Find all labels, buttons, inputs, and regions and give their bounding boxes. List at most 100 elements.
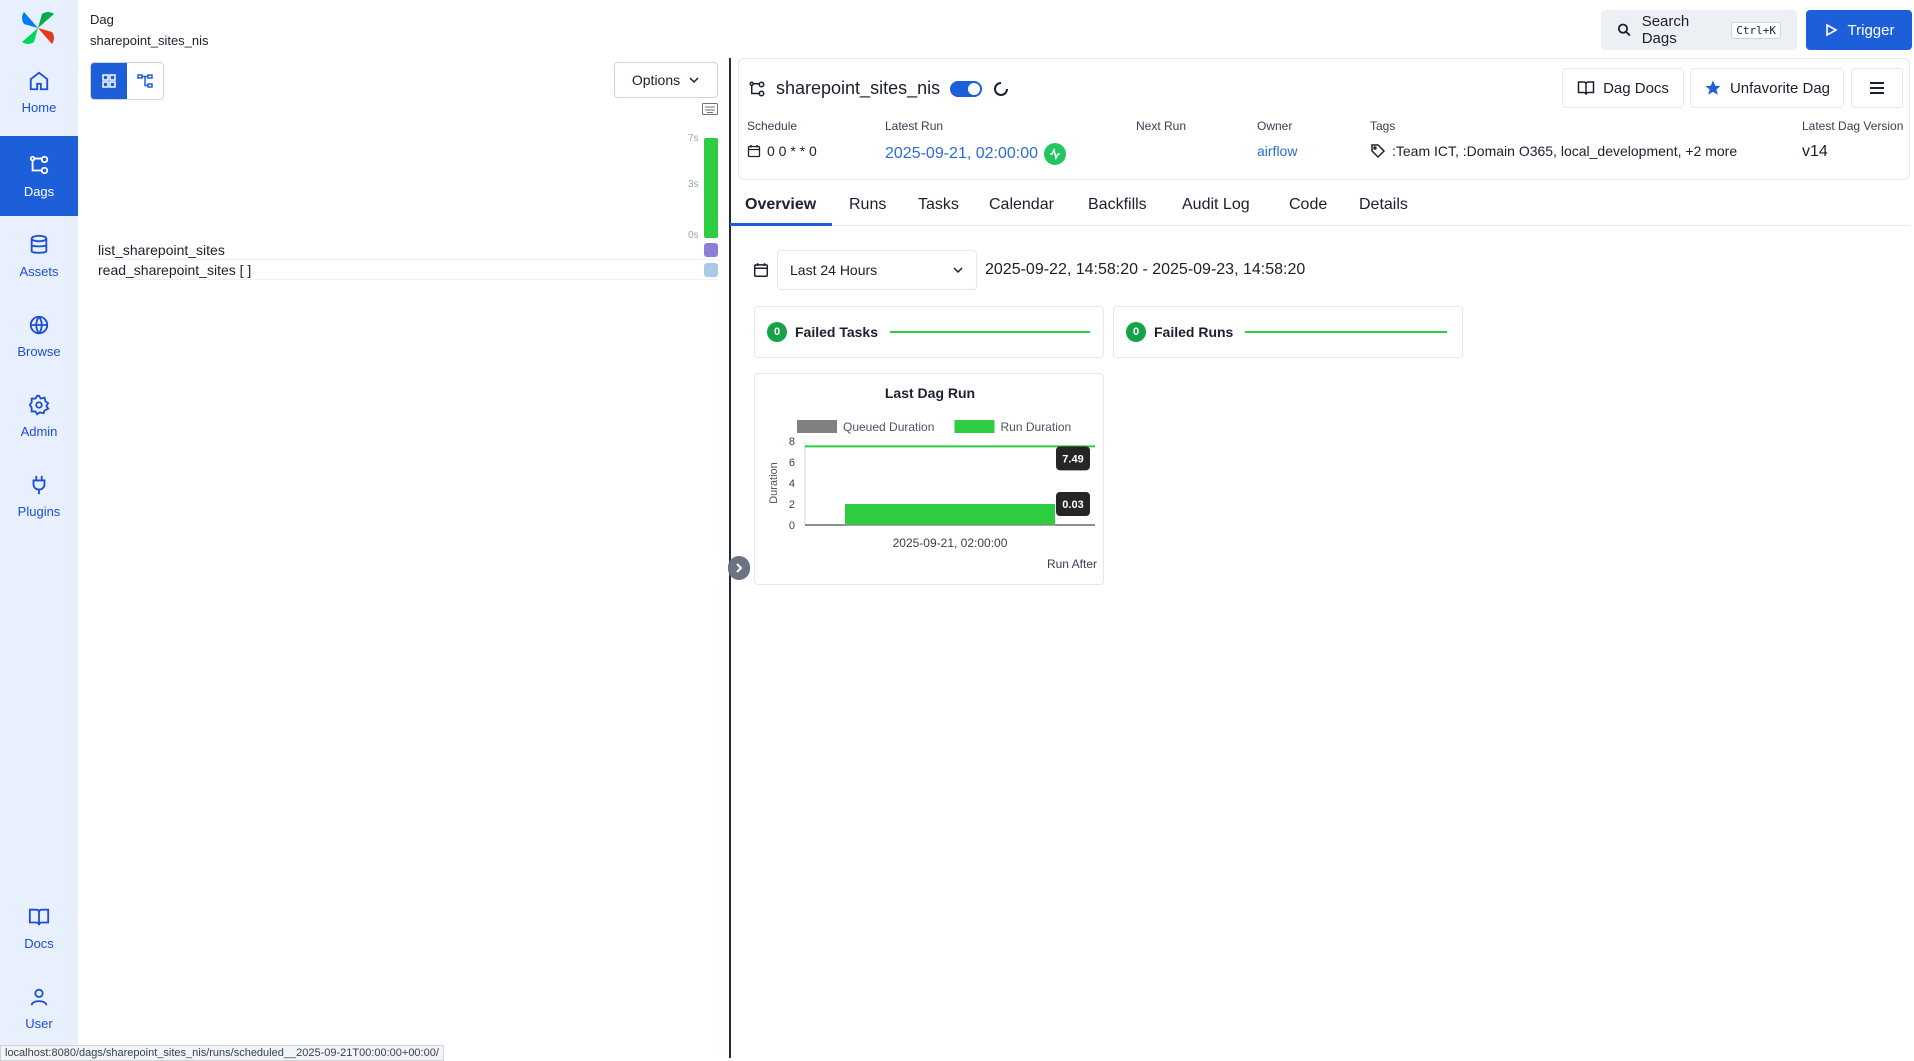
- task-row[interactable]: list_sharepoint_sites: [98, 240, 718, 260]
- failed-runs-card[interactable]: 0 Failed Runs: [1113, 306, 1463, 358]
- nav-dags[interactable]: Dags: [0, 136, 78, 216]
- dag-title-row: sharepoint_sites_nis: [748, 78, 1010, 99]
- nav-docs-label: Docs: [24, 935, 54, 951]
- breadcrumb-label: Dag: [90, 12, 114, 27]
- sidebar: Home Dags Assets Browse Admin Plugins Do…: [0, 0, 78, 1061]
- task-name: list_sharepoint_sites: [98, 241, 225, 258]
- dag-version-value: v14: [1802, 143, 1828, 160]
- task-instance-cell[interactable]: [704, 263, 718, 277]
- nav-user[interactable]: User: [0, 968, 78, 1048]
- legend-label: Queued Duration: [843, 420, 934, 434]
- tag-icon: [1371, 144, 1386, 159]
- keyboard-icon[interactable]: [702, 103, 718, 115]
- owner-link[interactable]: airflow: [1257, 143, 1297, 159]
- y-tick-label: 0: [789, 520, 795, 532]
- loading-spinner-icon: [994, 81, 1009, 96]
- nav-dags-label: Dags: [23, 183, 55, 199]
- nav-user-label: User: [25, 1015, 53, 1031]
- app-root: Home Dags Assets Browse Admin Plugins Do…: [0, 0, 1914, 1061]
- options-button[interactable]: Options: [614, 62, 718, 98]
- legend-label: Run Duration: [1001, 420, 1072, 434]
- schedule-label: Schedule: [747, 119, 798, 133]
- book-icon: [28, 908, 50, 925]
- gear-icon: [28, 394, 50, 415]
- tab-backfills[interactable]: Backfills: [1088, 196, 1147, 214]
- dag-tabs: Overview Runs Tasks Calendar Backfills A…: [730, 190, 1910, 226]
- nav-browse[interactable]: Browse: [0, 296, 78, 376]
- unfavorite-label: Unfavorite Dag: [1729, 79, 1831, 97]
- failed-runs-sparkline: [1245, 331, 1448, 333]
- tab-runs[interactable]: Runs: [849, 196, 886, 214]
- search-icon: [1617, 23, 1631, 37]
- nav-plugins[interactable]: Plugins: [0, 456, 78, 536]
- dag-version-label: Latest Dag Version: [1802, 119, 1904, 133]
- y-tick-label: 4: [789, 478, 795, 490]
- y-tick-label: 2: [789, 499, 795, 511]
- time-range-value: Last 24 Hours: [790, 262, 878, 278]
- failed-tasks-card[interactable]: 0 Failed Tasks: [754, 306, 1104, 358]
- plug-icon: [32, 475, 46, 494]
- grid-icon: [102, 74, 116, 88]
- task-row[interactable]: read_sharepoint_sites [ ]: [98, 260, 718, 280]
- schedule-cron: 0 0 * * 0: [767, 143, 817, 159]
- latest-run-link[interactable]: 2025-09-21, 02:00:00: [885, 145, 1038, 163]
- search-dags-button[interactable]: Search Dags Ctrl+K: [1601, 10, 1797, 50]
- tab-tasks[interactable]: Tasks: [918, 196, 959, 214]
- nav-assets[interactable]: Assets: [0, 216, 78, 296]
- grid-axis-top: 7s: [688, 133, 699, 144]
- menu-button[interactable]: [1851, 68, 1903, 108]
- failed-runs-count: 0: [1126, 322, 1146, 342]
- dag-title: sharepoint_sites_nis: [776, 78, 941, 98]
- nav-docs[interactable]: Docs: [0, 888, 78, 968]
- dag-docs-label: Dag Docs: [1603, 79, 1669, 97]
- nav-assets-label: Assets: [19, 263, 59, 279]
- tab-code[interactable]: Code: [1289, 196, 1327, 214]
- grid-view-button[interactable]: [91, 63, 127, 99]
- nav-admin[interactable]: Admin: [0, 376, 78, 456]
- trigger-button[interactable]: Trigger: [1806, 10, 1912, 50]
- nav-plugins-label: Plugins: [17, 503, 61, 519]
- dag-pause-toggle[interactable]: [950, 80, 983, 97]
- task-name: read_sharepoint_sites [ ]: [98, 261, 252, 278]
- grid-axis-mid: 3s: [688, 179, 699, 190]
- tab-overview[interactable]: Overview: [745, 196, 816, 214]
- breadcrumb-dag-link[interactable]: sharepoint_sites_nis: [90, 33, 209, 48]
- graph-view-button[interactable]: [127, 63, 163, 99]
- unfavorite-button[interactable]: Unfavorite Dag: [1690, 68, 1844, 108]
- queued-duration-bar: [845, 524, 1055, 526]
- dag-run-duration-bar[interactable]: [704, 138, 718, 238]
- time-range-text: 2025-09-22, 14:58:20 - 2025-09-23, 14:58…: [985, 261, 1306, 278]
- airflow-logo-icon[interactable]: [18, 8, 58, 48]
- task-instance-cell[interactable]: [704, 243, 718, 257]
- failed-tasks-sparkline: [890, 331, 1091, 333]
- owner-label: Owner: [1257, 119, 1293, 133]
- dag-docs-button[interactable]: Dag Docs: [1562, 68, 1684, 108]
- latest-run-label: Latest Run: [885, 119, 944, 133]
- tags-list[interactable]: :Team ICT, :Domain O365, local_developme…: [1392, 143, 1737, 159]
- dag-icon: [749, 81, 765, 96]
- value-annotation: 0.03: [1062, 499, 1083, 511]
- legend-swatch: [797, 420, 837, 433]
- database-icon: [30, 234, 48, 254]
- trigger-label: Trigger: [1847, 21, 1895, 39]
- calendar-icon: [753, 263, 769, 278]
- latest-run-value: 2025-09-21, 02:00:00: [885, 143, 1067, 165]
- calendar-icon: [747, 145, 761, 158]
- play-icon: [1825, 23, 1838, 37]
- view-toggle: [90, 62, 164, 100]
- hamburger-menu-icon: [1870, 82, 1884, 94]
- tab-calendar[interactable]: Calendar: [989, 196, 1054, 214]
- search-shortcut: Ctrl+K: [1731, 21, 1781, 39]
- time-range-select[interactable]: Last 24 Hours: [777, 250, 977, 290]
- collapse-panel-button[interactable]: [728, 556, 750, 580]
- failed-tasks-count: 0: [767, 322, 787, 342]
- nav-home-label: Home: [21, 99, 57, 115]
- nav-home[interactable]: Home: [0, 52, 78, 132]
- y-tick-label: 8: [789, 436, 795, 448]
- failed-tasks-label: Failed Tasks: [795, 324, 879, 340]
- last-dag-run-card: Last Dag Run Queued Duration Run Duration 0…: [754, 373, 1104, 585]
- tab-details[interactable]: Details: [1359, 196, 1408, 214]
- y-tick-label: 6: [789, 457, 795, 469]
- graph-icon: [137, 74, 153, 88]
- tab-audit-log[interactable]: Audit Log: [1182, 196, 1250, 214]
